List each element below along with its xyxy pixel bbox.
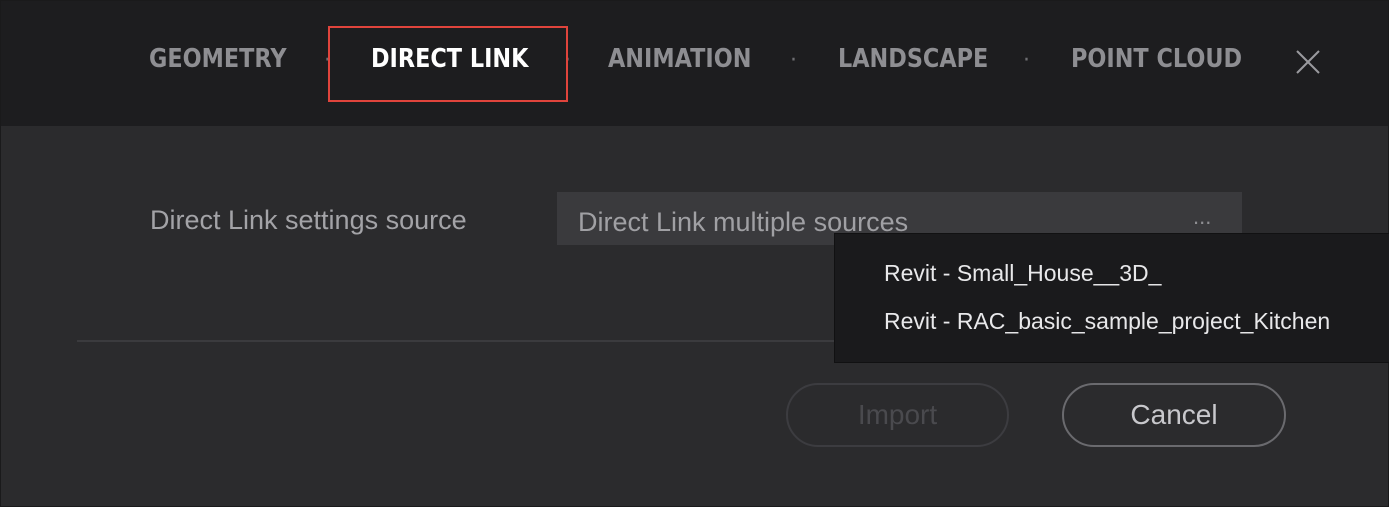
- more-options-icon[interactable]: ...: [1193, 204, 1211, 230]
- settings-source-label: Direct Link settings source: [150, 205, 467, 235]
- tab-separator: ·: [1023, 48, 1030, 73]
- tab-point-cloud[interactable]: POINT CLOUD: [1071, 44, 1242, 74]
- close-button[interactable]: [1293, 47, 1323, 77]
- tab-animation[interactable]: ANIMATION: [608, 44, 751, 74]
- tab-separator: ·: [790, 48, 797, 73]
- tab-bar: GEOMETRY · DIRECT LINK · ANIMATION · LAN…: [1, 1, 1388, 126]
- tab-landscape[interactable]: LANDSCAPE: [838, 44, 988, 74]
- tab-geometry[interactable]: GEOMETRY: [149, 44, 287, 74]
- import-dialog: GEOMETRY · DIRECT LINK · ANIMATION · LAN…: [0, 0, 1389, 507]
- import-button[interactable]: Import: [786, 383, 1009, 447]
- dropdown-item-rac-kitchen[interactable]: Revit - RAC_basic_sample_project_Kitchen: [884, 308, 1330, 335]
- dropdown-item-small-house[interactable]: Revit - Small_House__3D_: [884, 260, 1161, 287]
- source-dropdown-menu: Revit - Small_House__3D_ Revit - RAC_bas…: [834, 233, 1389, 363]
- cancel-button[interactable]: Cancel: [1062, 383, 1286, 447]
- close-icon: [1296, 50, 1320, 74]
- active-tab-highlight: [328, 26, 568, 102]
